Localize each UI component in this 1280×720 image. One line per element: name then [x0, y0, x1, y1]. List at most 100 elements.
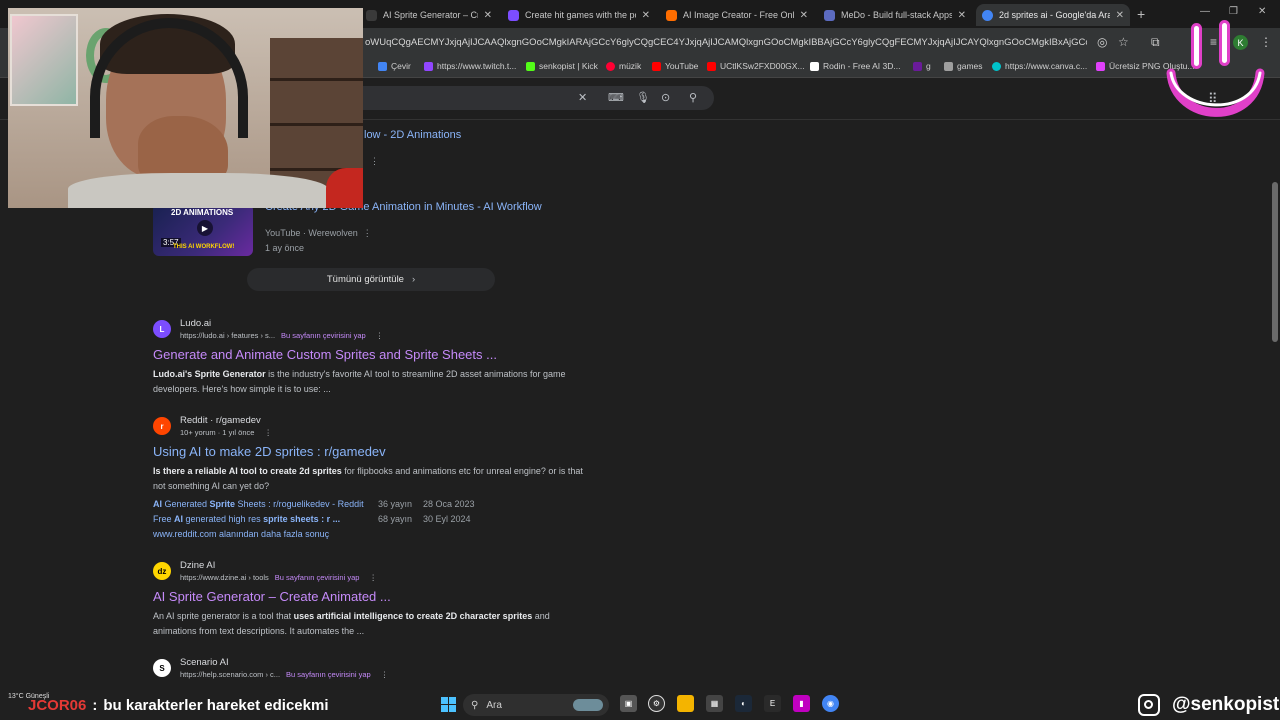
result-url[interactable]: https://www.dzine.ai › tools — [180, 573, 269, 582]
bookmark-item[interactable]: g — [913, 61, 931, 71]
twitch-icon — [424, 61, 433, 71]
tab-ai-sprite-generator[interactable]: AI Sprite Generator – Create Ani ✕ — [360, 4, 498, 26]
taskbar-search-label: Ara — [486, 699, 502, 711]
restore-icon[interactable]: ❐ — [1229, 6, 1238, 17]
webcam-overlay — [8, 8, 363, 208]
snippet-text: An AI sprite generator is a tool that — [153, 611, 294, 621]
extensions-icon[interactable]: ⧉ — [1151, 35, 1160, 50]
sublink-row[interactable]: AI Generated Sprite Sheets : r/roguelike… — [153, 497, 593, 512]
new-tab-button[interactable]: + — [1137, 6, 1145, 22]
png-icon — [1096, 61, 1105, 71]
result-site-name[interactable]: Reddit · r/gamedev — [180, 415, 272, 426]
result-url[interactable]: https://help.scenario.com › c... — [180, 670, 280, 679]
translate-link[interactable]: Bu sayfanın çevirisini yap — [281, 331, 366, 340]
more-options-icon[interactable]: ⋮ — [376, 331, 384, 340]
view-all-button[interactable]: Tümünü görüntüle › — [247, 268, 495, 291]
app-icon[interactable]: ⚙ — [648, 695, 665, 712]
sublink-text: generated high res — [183, 514, 264, 524]
taskbar-search[interactable]: ⚲ Ara — [463, 694, 609, 716]
more-options-icon[interactable]: ⋮ — [381, 670, 389, 679]
bookmark-item[interactable]: YouTube — [652, 61, 698, 71]
search-input[interactable] — [330, 86, 714, 110]
video-age: 1 ay önce — [265, 243, 305, 253]
chrome-icon[interactable]: ◉ — [822, 695, 839, 712]
bookmark-label: senkopist | Kick — [539, 61, 598, 71]
close-tab-icon[interactable]: ✕ — [484, 10, 492, 21]
snippet-bold: uses artificial intelligence to create 2… — [293, 611, 533, 621]
close-tab-icon[interactable]: ✕ — [958, 10, 966, 21]
close-tab-icon[interactable]: ✕ — [642, 10, 650, 21]
eye-off-icon[interactable]: ◎ — [1097, 35, 1107, 49]
sublink-bold: AI — [174, 514, 184, 524]
result-title-link[interactable]: Using AI to make 2D sprites : r/gamedev — [153, 444, 593, 459]
windows-start-icon[interactable] — [441, 697, 456, 712]
bookmark-star-icon[interactable]: ☆ — [1118, 35, 1129, 49]
result-title-link[interactable]: Generate and Animate Custom Sprites and … — [153, 347, 593, 362]
chat-separator: : — [92, 696, 98, 714]
bookmark-item[interactable]: Rodin - Free AI 3D... — [810, 61, 900, 71]
app-icon[interactable]: ▮ — [793, 695, 810, 712]
bookmark-item[interactable]: senkopist | Kick — [526, 61, 598, 71]
close-window-icon[interactable]: ✕ — [1258, 6, 1266, 17]
video-thumbnail[interactable]: 2D ANIMATIONS ▶ 3:57 THIS AI WORKFLOW! — [153, 204, 253, 256]
epic-games-icon[interactable]: E — [764, 695, 781, 712]
search-result: r Reddit · r/gamedev 10+ yorum · 1 yıl ö… — [153, 415, 593, 542]
close-tab-icon[interactable]: ✕ — [1116, 10, 1124, 21]
result-title-link[interactable]: AI Sprite Generator – Create Animated ..… — [153, 589, 593, 604]
video-title-link[interactable]: low - 2D Animations — [364, 129, 461, 141]
store-icon[interactable]: ▦ — [706, 695, 723, 712]
video-source: YouTube · Werewolven ⋮ — [265, 228, 372, 239]
bookmark-label: Çevir — [391, 61, 411, 71]
tab-create-hit-games[interactable]: Create hit games with the pow ✕ — [502, 4, 656, 26]
clear-search-icon[interactable]: ✕ — [578, 91, 587, 104]
chevron-right-icon: › — [411, 274, 416, 285]
bookmark-label: https://www.canva.c... — [1005, 61, 1088, 71]
instagram-overlay: @senkopist — [1138, 694, 1279, 716]
tab-favicon-icon — [366, 9, 377, 21]
tab-title: AI Image Creator - Free Online — [683, 10, 794, 20]
tab-medo[interactable]: MeDo - Build full-stack Apps W ✕ — [818, 4, 972, 26]
result-site-name[interactable]: Dzine AI — [180, 560, 377, 571]
bookmark-item[interactable]: UCtlKSw2FXD00GX... — [707, 61, 805, 71]
sublink-row[interactable]: Free AI generated high res sprite sheets… — [153, 512, 593, 527]
close-tab-icon[interactable]: ✕ — [800, 10, 808, 21]
chat-username: JCOR06 — [28, 696, 87, 714]
bookmark-item[interactable]: Çevir — [378, 61, 411, 71]
bookmark-item[interactable]: https://www.canva.c... — [992, 61, 1087, 71]
result-site-name[interactable]: Ludo.ai — [180, 318, 383, 329]
tab-google-search[interactable]: 2d sprites ai - Google'da Ara ✕ — [976, 4, 1130, 26]
youtube-icon — [707, 61, 716, 71]
task-view-icon[interactable]: ▣ — [620, 695, 637, 712]
more-results-link[interactable]: www.reddit.com alanından daha fazla sonu… — [153, 527, 593, 542]
bookmark-item[interactable]: https://www.twitch.t... — [424, 61, 516, 71]
result-snippet: Ludo.ai's Sprite Generator is the indust… — [153, 367, 593, 396]
bookmark-item[interactable]: müzik — [606, 61, 641, 71]
keyboard-icon[interactable]: ⌨ — [608, 91, 624, 104]
more-options-icon[interactable]: ⋮ — [363, 228, 372, 238]
file-explorer-icon[interactable] — [677, 695, 694, 712]
video-source-text: YouTube · Werewolven — [265, 228, 358, 238]
tab-ai-image-creator[interactable]: AI Image Creator - Free Online ✕ — [660, 4, 814, 26]
more-options-icon[interactable]: ⋮ — [264, 428, 272, 437]
translate-link[interactable]: Bu sayfanın çevirisini yap — [286, 670, 371, 679]
more-options-icon[interactable]: ⋮ — [369, 573, 377, 582]
chat-message: bu karakterler hareket edicekmi — [103, 696, 329, 714]
translate-link[interactable]: Bu sayfanın çevirisini yap — [275, 573, 360, 582]
bookmark-item[interactable]: games — [944, 61, 983, 71]
more-options-icon[interactable]: ⋮ — [370, 156, 379, 167]
scrollbar-thumb[interactable] — [1272, 182, 1278, 342]
snippet-bold: Is there a reliable AI tool to create 2d… — [153, 466, 342, 476]
folder-icon — [944, 61, 953, 71]
sublinks: AI Generated Sprite Sheets : r/roguelike… — [153, 497, 593, 542]
lens-icon[interactable]: ⊙ — [661, 91, 670, 104]
minimize-icon[interactable]: — — [1200, 6, 1210, 17]
address-bar[interactable]: oWUqCQgAECMYJxjqAjIJCAAQlxgnGOoCMgkIARAj… — [365, 37, 1087, 48]
steam-icon[interactable]: ◐ — [735, 695, 752, 712]
result-site-name[interactable]: Scenario AI — [180, 657, 388, 668]
microphone-icon[interactable]: 🎙︎ — [636, 91, 650, 104]
bookmark-favicon-icon — [913, 61, 922, 71]
music-icon — [606, 61, 615, 71]
result-url[interactable]: https://ludo.ai › features › s... — [180, 331, 275, 340]
search-icon[interactable]: ⚲ — [689, 91, 697, 104]
search-result: L Ludo.ai https://ludo.ai › features › s… — [153, 318, 593, 396]
